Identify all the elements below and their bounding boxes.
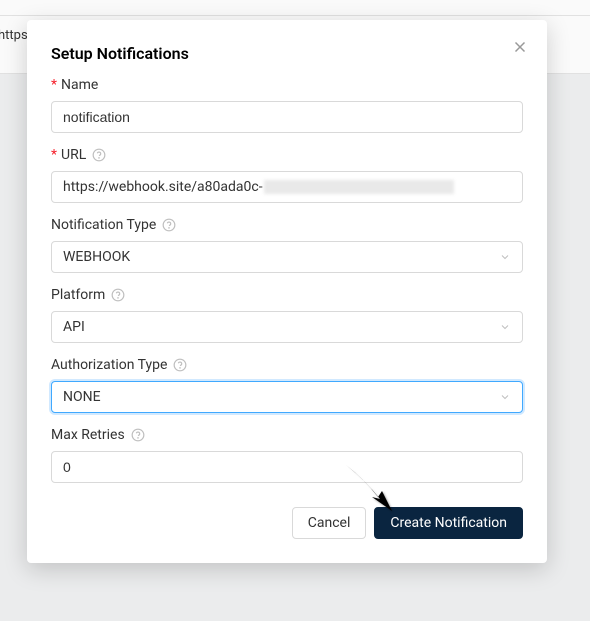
max-retries-label: Max Retries (51, 427, 523, 443)
max-retries-input[interactable] (51, 451, 523, 483)
chevron-down-icon (499, 321, 511, 333)
platform-select[interactable]: API (51, 311, 523, 343)
name-input[interactable] (51, 101, 523, 133)
authorization-type-select[interactable]: NONE (51, 381, 523, 413)
authorization-type-value: NONE (63, 389, 101, 405)
create-notification-button[interactable]: Create Notification (374, 507, 523, 539)
url-input[interactable]: https://webhook.site/a80ada0c- (51, 171, 523, 203)
authorization-type-label: Authorization Type (51, 357, 523, 373)
url-label: *URL (51, 147, 523, 163)
name-label: *Name (51, 77, 523, 93)
help-icon (173, 358, 187, 372)
notification-type-select[interactable]: WEBHOOK (51, 241, 523, 273)
platform-label: Platform (51, 287, 523, 303)
url-redacted-blur (264, 180, 454, 194)
notification-type-value: WEBHOOK (63, 249, 130, 265)
url-visible-text: https://webhook.site/a80ada0c- (63, 179, 263, 195)
chevron-down-icon (499, 391, 511, 403)
help-icon (92, 148, 106, 162)
help-icon (131, 428, 145, 442)
modal-title: Setup Notifications (51, 44, 523, 63)
chevron-down-icon (499, 251, 511, 263)
platform-value: API (63, 319, 85, 335)
setup-notifications-modal: Setup Notifications *Name *URL https://w… (27, 20, 547, 563)
close-icon[interactable] (511, 38, 529, 56)
cancel-button[interactable]: Cancel (292, 507, 367, 539)
help-icon (162, 218, 176, 232)
help-icon (111, 288, 125, 302)
modal-footer: Cancel Create Notification (51, 507, 523, 539)
notification-type-label: Notification Type (51, 217, 523, 233)
